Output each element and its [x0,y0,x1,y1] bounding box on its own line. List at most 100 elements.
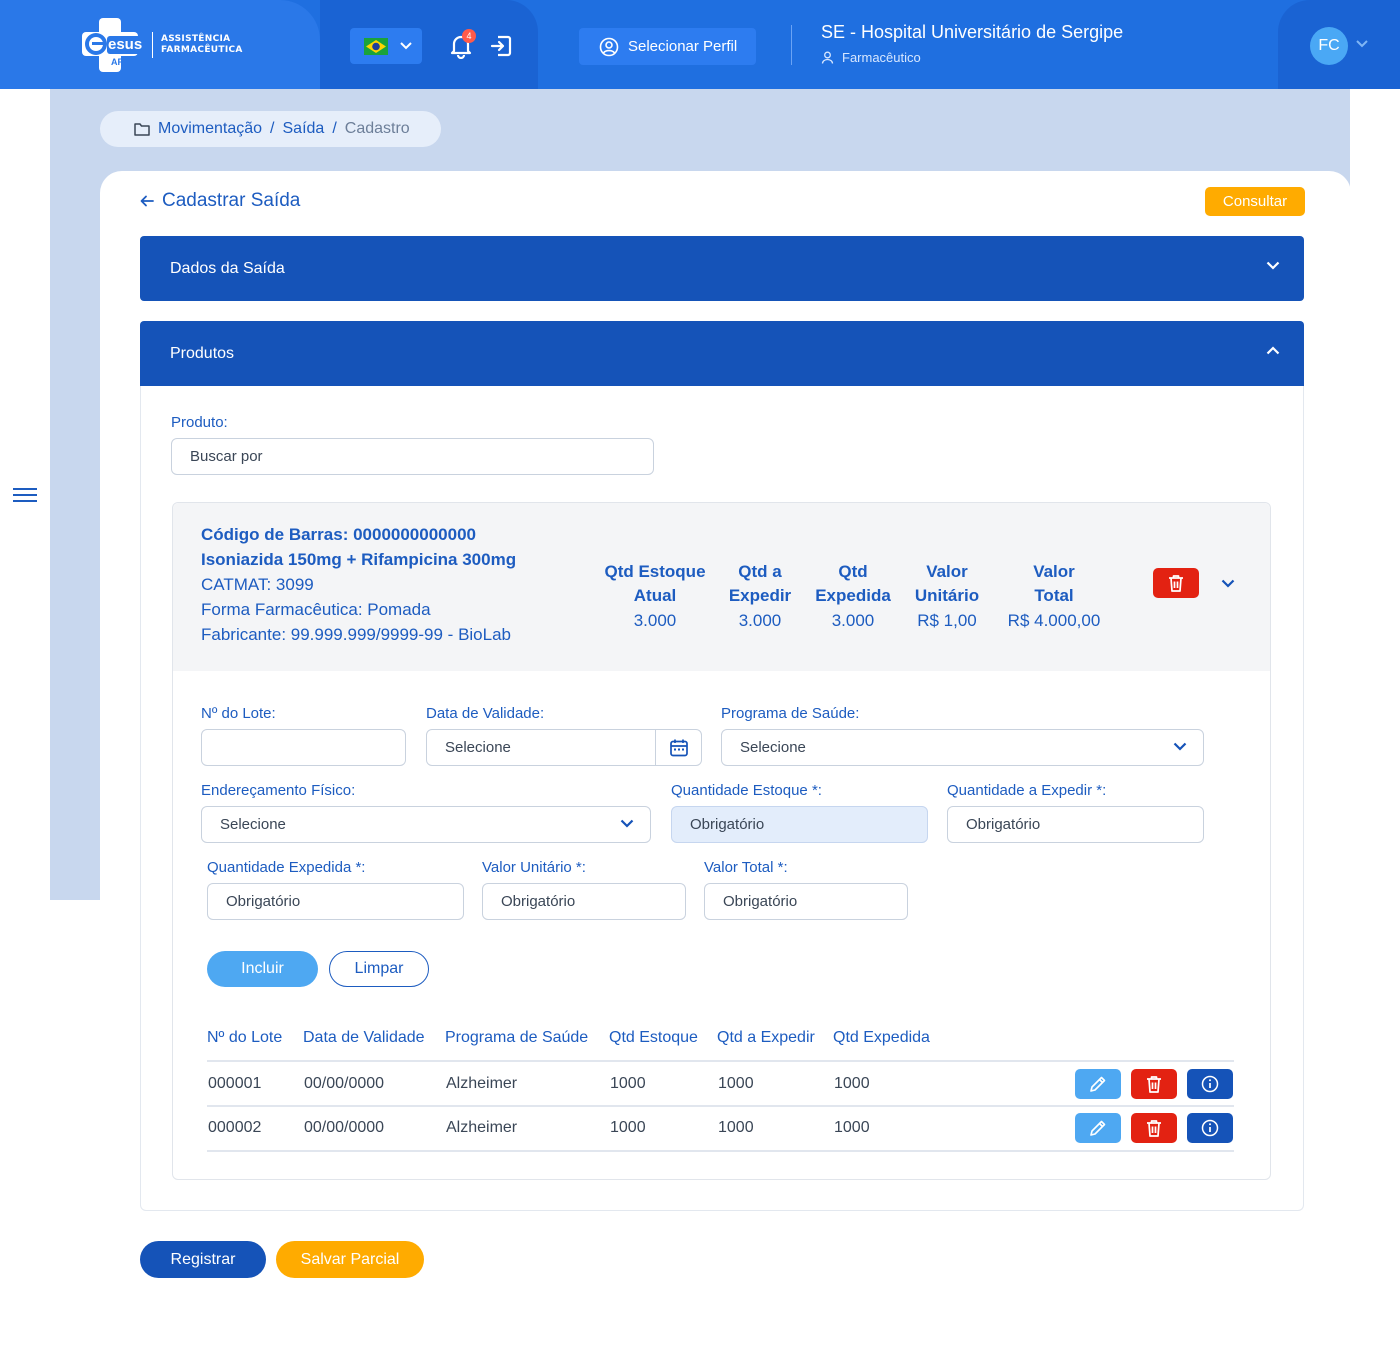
limpar-button[interactable]: Limpar [329,951,429,987]
programa-select[interactable]: Selecione [721,729,1204,766]
valor-total-input[interactable]: Obrigatório [704,883,908,920]
edit-row-button[interactable] [1075,1069,1121,1099]
column-heading: Qtd a [738,562,782,581]
cell-validade: 00/00/0000 [304,1075,385,1092]
table-header-qtd-expedida: Qtd Expedida [833,1029,930,1046]
logout-icon[interactable] [489,34,513,58]
cell-lote: 000002 [208,1119,262,1136]
trash-icon [1169,575,1183,592]
column-value: R$ 4.000,00 [1007,611,1101,630]
hospital-name: SE - Hospital Universitário de Sergipe [821,22,1124,42]
validade-placeholder: Selecione [445,739,511,756]
header-divider [791,25,792,65]
validade-input[interactable]: Selecione [426,729,702,766]
product-catmat: CATMAT: 3099 [201,575,314,594]
chevron-down-icon [1173,742,1187,751]
cell-lote: 000001 [208,1075,262,1092]
language-selector[interactable] [350,28,422,64]
cell-validade: 00/00/0000 [304,1119,385,1136]
column-heading: Valor [1033,562,1075,581]
chevron-down-icon [620,819,634,828]
produto-search-input[interactable]: Buscar por [171,438,654,475]
salvar-parcial-button[interactable]: Salvar Parcial [276,1241,424,1278]
qtd-expedida-input[interactable]: Obrigatório [207,883,464,920]
programa-label: Programa de Saúde: [721,705,860,722]
breadcrumb-cadastro: Cadastro [344,120,410,137]
table-divider [207,1105,1234,1107]
consultar-button[interactable]: Consultar [1205,187,1305,216]
breadcrumb-saida[interactable]: Saída [283,120,325,138]
delete-row-button[interactable] [1131,1113,1177,1143]
cell-programa: Alzheimer [446,1075,518,1092]
brazil-flag-icon [364,37,388,55]
user-circle-icon [599,37,619,56]
remove-product-button[interactable] [1153,568,1199,598]
cell-programa: Alzheimer [446,1119,518,1136]
qtd-expedida-col: Qtd Expedida 3.000 [810,560,896,633]
cell-qtd-expedir: 1000 [718,1119,754,1136]
product-barcode: Código de Barras: 0000000000000 [201,525,476,544]
arrow-left-icon[interactable] [140,194,154,208]
lote-input[interactable] [201,729,406,766]
chevron-down-icon [1266,261,1280,270]
info-row-button[interactable] [1187,1069,1233,1099]
column-heading: Qtd Estoque [604,562,706,581]
select-profile-label: Selecionar Perfil [628,38,738,55]
qtd-estoque-input: Obrigatório [671,806,928,843]
lote-label: Nº do Lote: [201,705,276,722]
section-produtos[interactable]: Produtos [140,321,1304,386]
edit-row-button[interactable] [1075,1113,1121,1143]
info-icon [1201,1119,1219,1137]
info-row-button[interactable] [1187,1113,1233,1143]
cell-qtd-estoque: 1000 [610,1075,646,1092]
pencil-icon [1090,1120,1106,1136]
column-value: 3.000 [831,611,875,630]
breadcrumb-movimentacao[interactable]: Movimentação [158,120,262,138]
column-heading: Total [1034,586,1074,605]
incluir-button[interactable]: Incluir [207,951,318,987]
table-divider [207,1150,1234,1152]
produto-label: Produto: [171,414,228,431]
registrar-button[interactable]: Registrar [140,1241,266,1278]
product-name: Isoniazida 150mg + Rifampicina 300mg [201,550,517,569]
valor-unitario-input[interactable]: Obrigatório [482,883,686,920]
user-avatar[interactable]: FC [1310,27,1348,65]
column-heading: Qtd [838,562,868,581]
user-role: Farmacêutico [821,50,921,65]
logo-brand-text: esus [108,36,143,53]
section-dados-saida[interactable]: Dados da Saída [140,236,1304,301]
trash-icon [1147,1076,1161,1093]
qtd-expedir-input[interactable]: Obrigatório [947,806,1204,843]
calendar-button[interactable] [655,730,701,765]
validade-label: Data de Validade: [426,705,545,722]
qtd-expedida-label: Quantidade Expedida *: [207,859,366,876]
column-heading: Atual [633,586,677,605]
person-icon [821,51,834,64]
table-header-lote: Nº do Lote [207,1029,283,1046]
endereco-select[interactable]: Selecione [201,806,651,843]
chevron-down-icon[interactable] [1356,40,1368,48]
endereco-placeholder: Selecione [220,816,286,833]
cell-qtd-expedida: 1000 [834,1119,870,1136]
select-profile-button[interactable]: Selecionar Perfil [579,28,756,65]
hamburger-menu-icon[interactable] [13,487,37,503]
valor-unitario-col: Valor Unitário R$ 1,00 [908,560,986,633]
chevron-down-icon[interactable] [1221,579,1235,588]
table-header-qtd-estoque: Qtd Estoque [609,1029,698,1046]
column-value: R$ 1,00 [917,611,977,630]
breadcrumb-separator: / [332,120,337,137]
breadcrumb-separator: / [270,120,275,137]
product-forma: Forma Farmacêutica: Pomada [201,600,431,619]
qtd-expedir-label: Quantidade a Expedir *: [947,782,1107,799]
valor-unitario-label: Valor Unitário *: [482,859,586,876]
section-produtos-title: Produtos [170,344,235,362]
programa-placeholder: Selecione [740,739,806,756]
column-value: 3.000 [633,611,677,630]
table-header-qtd-expedir: Qtd a Expedir [717,1029,815,1046]
table-header-validade: Data de Validade [303,1029,425,1046]
logo-sub-text: AF [111,57,123,67]
logo-caption-line1: ASSISTÊNCIA [161,34,231,44]
column-heading: Valor [926,562,968,581]
delete-row-button[interactable] [1131,1069,1177,1099]
trash-icon [1147,1120,1161,1137]
